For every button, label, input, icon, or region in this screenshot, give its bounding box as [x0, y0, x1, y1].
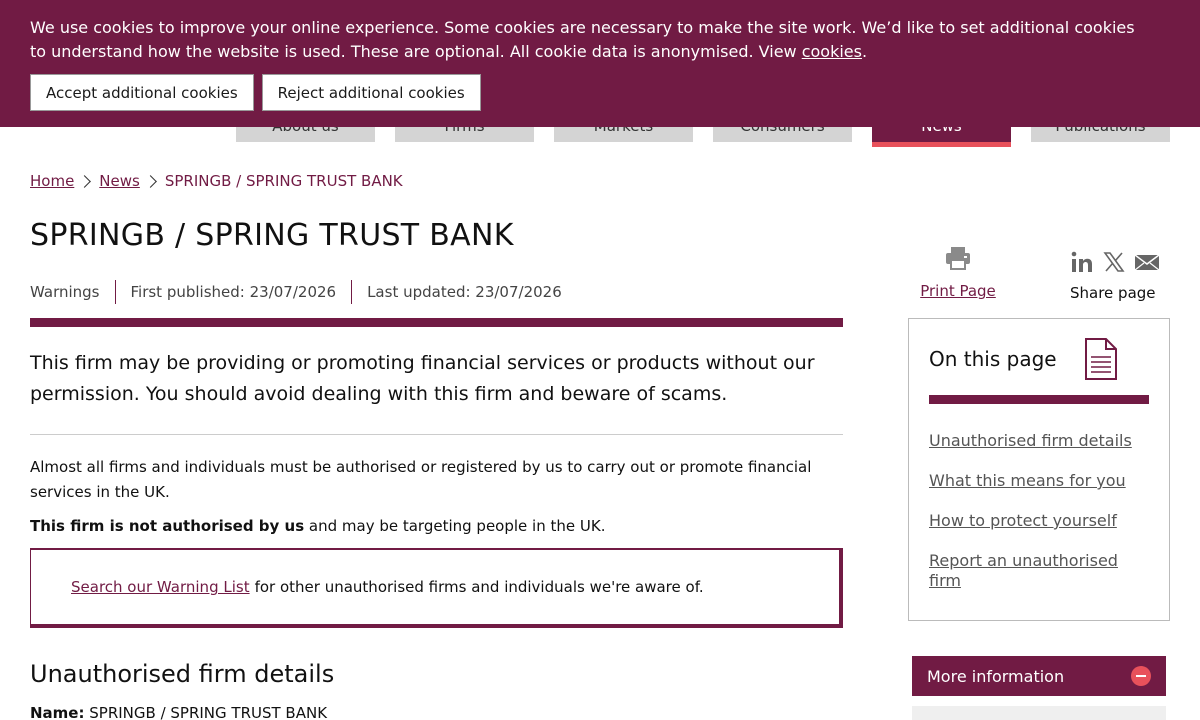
search-warning-list-link[interactable]: Search our Warning List [71, 578, 250, 596]
on-this-page-panel: On this page Unauthorised firm details W… [908, 318, 1170, 621]
authorisation-paragraph: Almost all firms and individuals must be… [30, 458, 812, 501]
chevron-right-icon [143, 174, 157, 188]
breadcrumb-current: SPRINGB / SPRING TRUST BANK [164, 172, 403, 190]
x-twitter-icon[interactable] [1102, 250, 1126, 274]
list-item: How to protect yourself [929, 511, 1144, 531]
share-page-label: Share page [1070, 284, 1156, 302]
breadcrumb-news[interactable]: News [99, 172, 140, 190]
breadcrumb-home[interactable]: Home [30, 172, 74, 190]
list-item: Unauthorised firm details [929, 431, 1144, 451]
linkedin-icon[interactable] [1070, 250, 1094, 274]
link-how-to-protect[interactable]: How to protect yourself [929, 511, 1117, 530]
warning-lead: This firm may be providing or promoting … [30, 352, 815, 405]
breadcrumb: Home News SPRINGB / SPRING TRUST BANK [30, 172, 403, 190]
section-title-firm-details: Unauthorised firm details [30, 660, 335, 688]
firm-name-row: Name: SPRINGB / SPRING TRUST BANK [30, 704, 328, 720]
more-information-panel [912, 706, 1166, 720]
print-page[interactable]: Print Page [920, 246, 996, 300]
warning-list-callout: Search our Warning List for other unauth… [30, 548, 843, 628]
page-title: SPRINGB / SPRING TRUST BANK [30, 218, 514, 253]
reject-cookies-button[interactable]: Reject additional cookies [261, 74, 481, 111]
print-page-link[interactable]: Print Page [920, 282, 996, 300]
more-information-toggle[interactable]: More information [912, 656, 1166, 696]
accept-cookies-button[interactable]: Accept additional cookies [30, 74, 254, 111]
list-item: What this means for you [929, 471, 1144, 491]
more-information-label: More information [927, 666, 1065, 686]
email-icon[interactable] [1134, 250, 1160, 274]
document-icon [1085, 338, 1117, 380]
last-updated: Last updated: 23/07/2026 [351, 280, 577, 304]
link-report-unauthorised[interactable]: Report an unauthorised firm [929, 551, 1118, 590]
cookies-link[interactable]: cookies [802, 42, 862, 61]
divider [30, 434, 843, 435]
first-published: First published: 23/07/2026 [114, 280, 352, 304]
page-meta: Warnings First published: 23/07/2026 Las… [30, 280, 577, 304]
share-icons [1070, 248, 1170, 276]
list-item: Report an unauthorised firm [929, 551, 1144, 591]
chevron-right-icon [78, 174, 92, 188]
on-this-page-divider [929, 395, 1149, 404]
link-what-this-means[interactable]: What this means for you [929, 471, 1126, 490]
content-type: Warnings [30, 283, 100, 301]
share-page: Share page [1070, 248, 1170, 302]
cookie-banner: We use cookies to improve your online ex… [0, 0, 1200, 127]
printer-icon [946, 247, 970, 270]
not-authorised-paragraph: This firm is not authorised by us and ma… [30, 517, 606, 535]
on-this-page-links: Unauthorised firm details What this mean… [929, 431, 1144, 611]
link-unauthorised-firm-details[interactable]: Unauthorised firm details [929, 431, 1132, 450]
title-divider-bar [30, 318, 843, 327]
cookie-buttons: Accept additional cookies Reject additio… [30, 74, 1170, 111]
collapse-minus-icon[interactable] [1131, 666, 1151, 686]
on-this-page-title: On this page [929, 347, 1057, 371]
cookie-text: We use cookies to improve your online ex… [30, 18, 1135, 61]
